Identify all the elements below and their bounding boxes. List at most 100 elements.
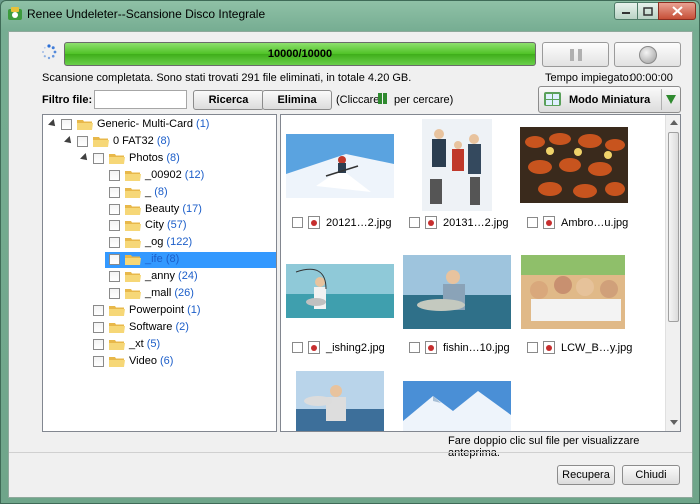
app-window: Renee Undeleter--Scansione Disco Integra… bbox=[0, 0, 700, 504]
thumbnail-image[interactable] bbox=[296, 371, 384, 432]
thumbnail-image[interactable] bbox=[403, 255, 511, 329]
expand-arrow-icon[interactable] bbox=[64, 135, 74, 146]
folder-icon bbox=[109, 356, 125, 367]
folder-icon bbox=[109, 339, 125, 350]
tree-item[interactable]: _ (8) bbox=[43, 185, 276, 201]
tree-item-label: 0 FAT32 bbox=[113, 134, 154, 147]
main-panel: 10000/10000 Scansione completata. Sono s… bbox=[8, 31, 693, 498]
tree-item[interactable]: Video (6) bbox=[43, 354, 276, 370]
thumbnail-image[interactable] bbox=[520, 127, 628, 203]
tree-item[interactable]: _xt (5) bbox=[43, 337, 276, 353]
maximize-button[interactable] bbox=[637, 2, 659, 20]
thumbnail-scrollbar[interactable] bbox=[665, 115, 680, 431]
tree-item-checkbox[interactable] bbox=[93, 152, 104, 164]
close-window-button[interactable] bbox=[658, 2, 696, 20]
thumbnail-checkbox[interactable] bbox=[527, 342, 538, 353]
thumbnail-image[interactable] bbox=[286, 134, 394, 198]
scroll-down-icon[interactable] bbox=[670, 420, 678, 425]
tree-item[interactable]: _ife (8) bbox=[43, 252, 276, 269]
scan-progress-bar: 10000/10000 bbox=[64, 42, 536, 66]
tree-item-checkbox[interactable] bbox=[109, 169, 120, 181]
file-filter-input[interactable] bbox=[94, 90, 187, 109]
stop-icon bbox=[639, 46, 657, 64]
tree-item-checkbox[interactable] bbox=[109, 203, 120, 215]
expand-arrow-icon[interactable] bbox=[80, 152, 90, 163]
tree-item[interactable]: _og (122) bbox=[43, 235, 276, 251]
thumbnail-image[interactable] bbox=[286, 264, 394, 318]
scroll-up-icon[interactable] bbox=[670, 120, 678, 125]
tree-item-count: (8) bbox=[154, 185, 168, 198]
scroll-thumb[interactable] bbox=[668, 132, 679, 322]
thumbnail-checkbox[interactable] bbox=[292, 217, 303, 228]
tree-item-checkbox[interactable] bbox=[77, 135, 88, 147]
tree-item-checkbox[interactable] bbox=[109, 288, 120, 299]
tree-item-label: Beauty bbox=[145, 202, 180, 215]
thumbnail-checkbox[interactable] bbox=[292, 342, 303, 353]
thumbnail-checkbox[interactable] bbox=[409, 217, 420, 228]
tree-item[interactable]: _anny (24) bbox=[43, 269, 276, 285]
folder-icon bbox=[77, 120, 93, 130]
tree-item[interactable]: 0 FAT32 (8) bbox=[43, 134, 276, 150]
tree-item-count: (24) bbox=[178, 270, 198, 283]
expand-arrow-icon[interactable] bbox=[48, 119, 58, 129]
tree-item-label: _ife bbox=[145, 253, 163, 266]
tree-item-checkbox[interactable] bbox=[93, 321, 104, 333]
tree-item-label: _mall bbox=[145, 287, 172, 299]
thumbnail-grid[interactable]: 20121…2.jpg 20131…2.jpg Ambro…u.jpg _ishing… bbox=[280, 114, 681, 432]
tree-item-checkbox[interactable] bbox=[109, 271, 120, 283]
chevron-down-icon bbox=[666, 95, 676, 104]
tree-item[interactable]: Generic- Multi-Card (1) bbox=[43, 117, 276, 133]
elapsed-time-label: Tempo impiegato: bbox=[545, 72, 632, 84]
minimize-button[interactable] bbox=[614, 2, 638, 20]
folder-tree[interactable]: Generic- Multi-Card (1) 0 FAT32 (8) Photos… bbox=[42, 114, 277, 432]
tree-item-checkbox[interactable] bbox=[93, 338, 104, 350]
progress-text: 10000/10000 bbox=[267, 48, 333, 60]
tree-item[interactable]: Beauty (17) bbox=[43, 202, 276, 218]
thumbnail-image[interactable] bbox=[403, 381, 511, 431]
scan-status-text: Scansione completata. Sono stati trovati… bbox=[42, 72, 412, 84]
search-button[interactable]: Ricerca bbox=[193, 90, 264, 110]
image-file-icon bbox=[425, 341, 437, 354]
thumbnail-checkbox[interactable] bbox=[409, 342, 420, 353]
tree-item-label: City bbox=[145, 219, 164, 232]
preview-hint: Fare doppio clic sul file per visualizza… bbox=[448, 435, 640, 459]
view-mode-label: Modo Miniatura bbox=[569, 94, 651, 106]
tree-item-label: _og bbox=[145, 236, 164, 249]
tree-item-checkbox[interactable] bbox=[109, 237, 120, 249]
tree-item-label: _00902 bbox=[145, 168, 182, 181]
tree-item-checkbox[interactable] bbox=[93, 355, 104, 367]
maximize-icon bbox=[643, 6, 653, 16]
stop-button[interactable] bbox=[614, 42, 681, 67]
folder-icon bbox=[109, 305, 125, 316]
app-logo-icon bbox=[8, 7, 22, 20]
folder-icon bbox=[109, 322, 125, 333]
pause-button[interactable] bbox=[542, 42, 609, 67]
thumbnail-image[interactable] bbox=[422, 119, 492, 211]
close-button[interactable]: Chiudi bbox=[622, 465, 680, 485]
tree-item[interactable]: City (57) bbox=[43, 218, 276, 234]
tree-item-checkbox[interactable] bbox=[93, 304, 104, 316]
tree-item-count: (8) bbox=[165, 253, 180, 266]
tree-item[interactable]: _00902 (12) bbox=[43, 168, 276, 184]
tree-item-checkbox[interactable] bbox=[109, 254, 120, 266]
delete-filter-button[interactable]: Elimina bbox=[262, 90, 332, 110]
view-mode-dropdown[interactable]: Modo Miniatura bbox=[538, 86, 681, 113]
tree-item-checkbox[interactable] bbox=[109, 186, 120, 198]
search-hint-prefix: (Cliccare bbox=[336, 94, 380, 106]
thumbnail-filename: Ambro…u.jpg bbox=[561, 217, 629, 229]
tree-item[interactable]: Powerpoint (1) bbox=[43, 303, 276, 319]
tree-item-count: (1) bbox=[196, 118, 210, 130]
tree-item[interactable]: Photos (8) bbox=[43, 151, 276, 167]
folder-icon bbox=[125, 238, 141, 249]
title-bar[interactable]: Renee Undeleter--Scansione Disco Integra… bbox=[1, 1, 699, 27]
tree-item[interactable]: Software (2) bbox=[43, 320, 276, 336]
tree-item-checkbox[interactable] bbox=[109, 220, 120, 232]
thumbnail-image[interactable] bbox=[521, 255, 625, 329]
folder-icon bbox=[125, 255, 141, 266]
tree-item-checkbox[interactable] bbox=[61, 119, 72, 130]
recover-button[interactable]: Recupera bbox=[557, 465, 615, 485]
tree-item-count: (5) bbox=[146, 337, 161, 350]
thumbnail-checkbox[interactable] bbox=[527, 217, 538, 228]
tree-item[interactable]: _mall (26) bbox=[43, 286, 276, 302]
thumbnail-view-icon bbox=[544, 92, 561, 106]
